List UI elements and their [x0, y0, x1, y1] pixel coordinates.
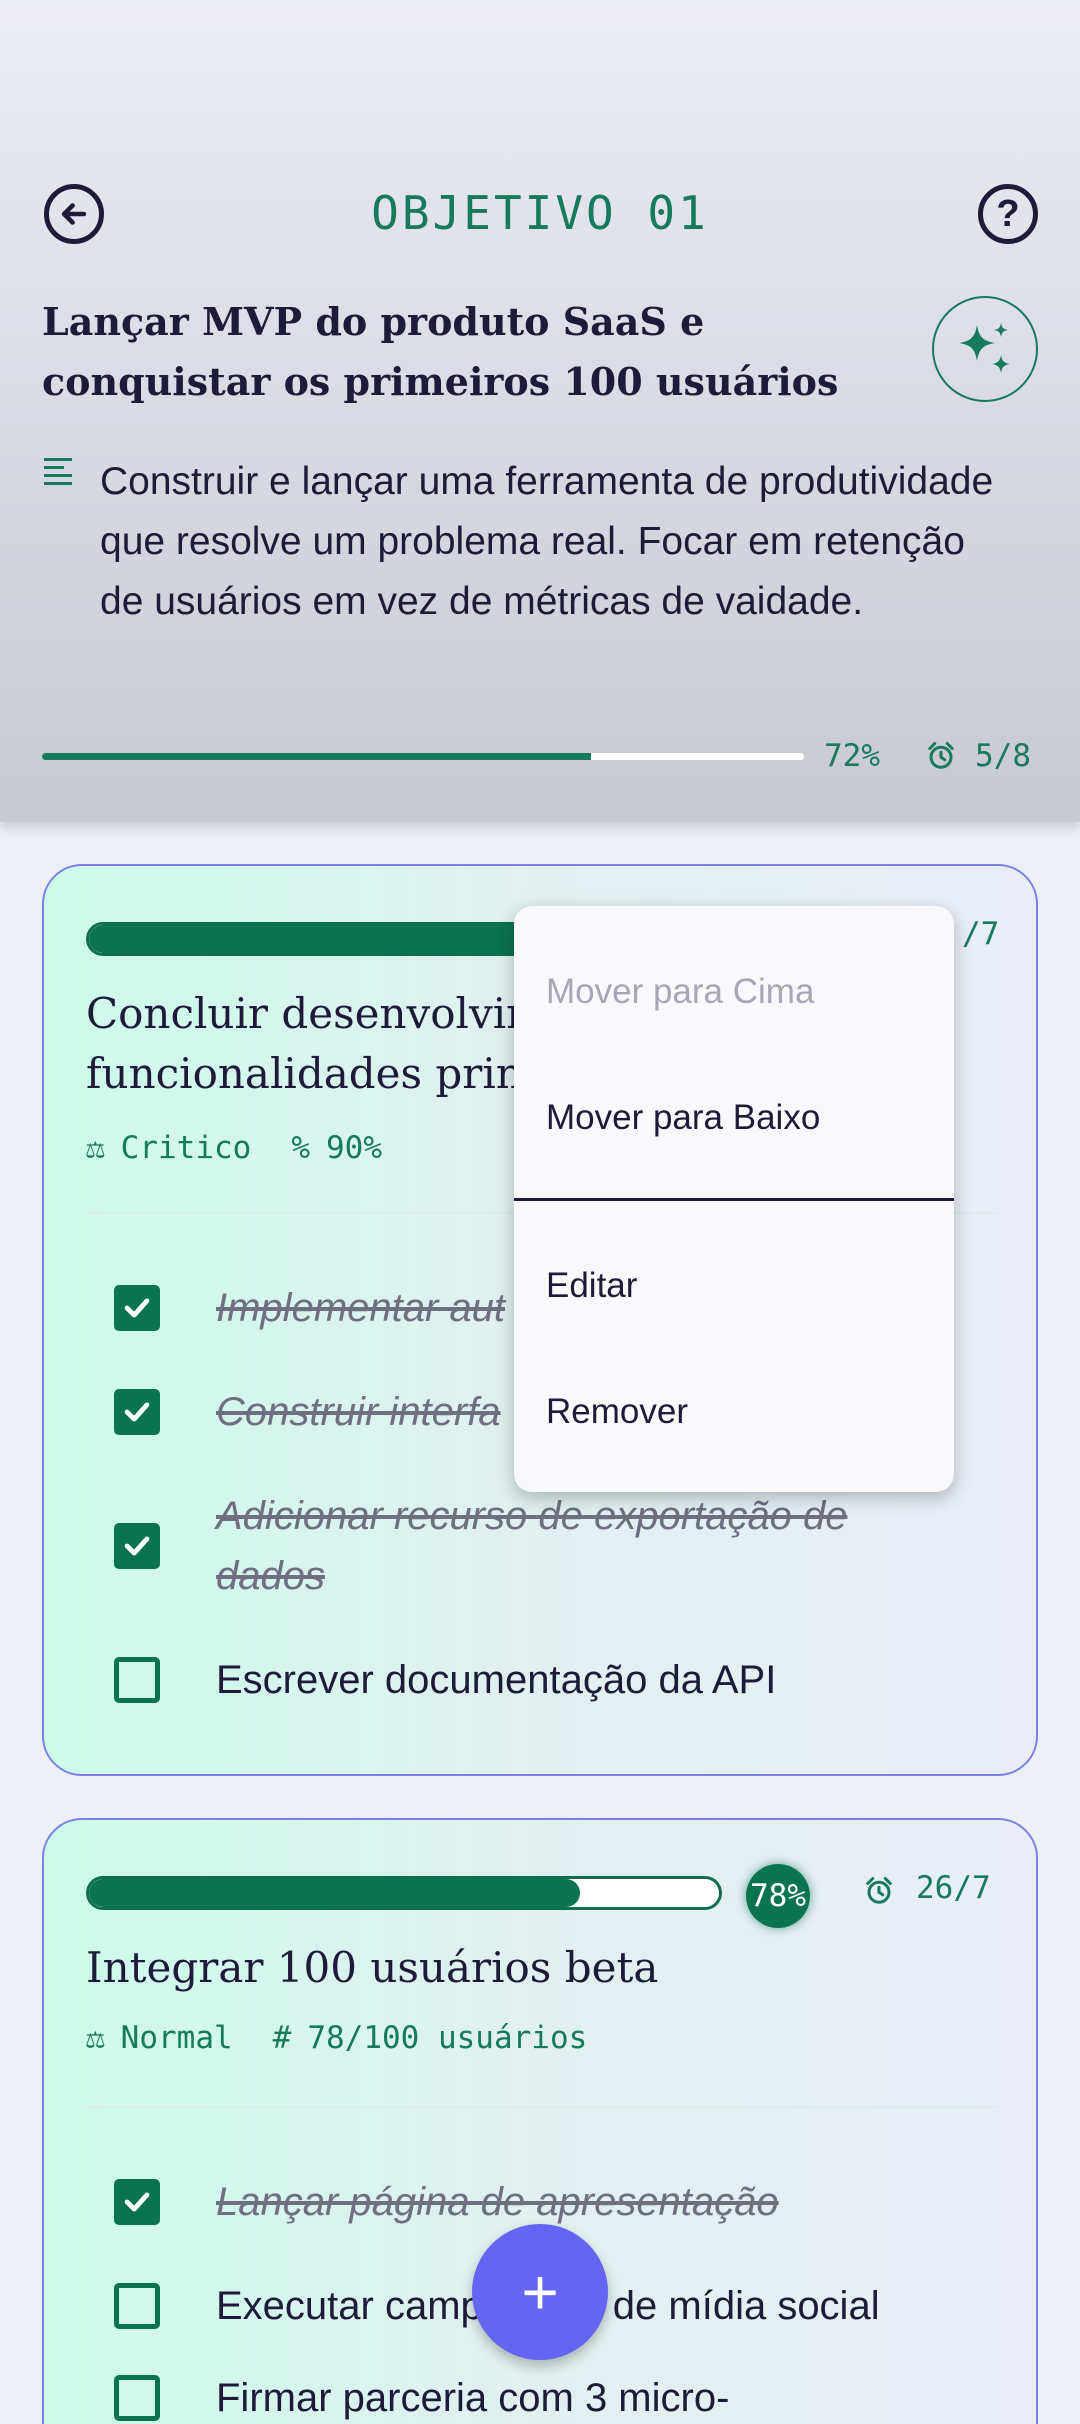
menu-divider: [514, 1198, 954, 1201]
objective-title: Lançar MVP do produto SaaS e conquistar …: [42, 299, 839, 404]
objective-count: 5/8: [975, 738, 1031, 774]
kr-count: /7: [962, 916, 1000, 952]
balance-scale-icon: ⚖: [86, 2020, 105, 2056]
add-button[interactable]: +: [472, 2224, 608, 2360]
context-menu: Mover para Cima Mover para Baixo Editar …: [514, 906, 954, 1492]
task-item[interactable]: Adicionar recurso de exportação de dados: [114, 1486, 994, 1606]
percent-icon: %: [291, 1130, 310, 1166]
objective-label: OBJETIVO 01: [371, 186, 709, 240]
check-icon: [124, 2192, 150, 2212]
menu-item-move-up: Mover para Cima: [546, 972, 815, 1011]
task-checkbox[interactable]: [114, 1285, 160, 1331]
task-text: Firmar parceria com 3 micro-: [216, 2376, 730, 2420]
task-text: Adicionar recurso de exportação de dados: [216, 1494, 848, 1598]
objective-progress-fill: [42, 753, 591, 760]
task-item[interactable]: Lançar página de apresentação: [114, 2172, 994, 2232]
check-icon: [124, 1298, 150, 1318]
task-checkbox[interactable]: [114, 1389, 160, 1435]
balance-scale-icon: ⚖: [86, 1130, 105, 1166]
hash-icon: #: [272, 2020, 292, 2056]
kr-meta: ⚖ Critico % 90%: [86, 1130, 382, 1166]
kr-count: 26/7: [916, 1870, 991, 1906]
task-text: Construir interfa: [216, 1390, 501, 1434]
objective-progress-label: 72%: [824, 738, 880, 774]
kr-priority: Critico: [120, 1130, 252, 1166]
menu-item-move-down[interactable]: Mover para Baixo: [546, 1098, 820, 1138]
kr-meta: ⚖ Normal # 78/100 usuários: [86, 2020, 587, 2056]
kr-progress-bar: [86, 1876, 722, 1910]
ai-assist-button[interactable]: [932, 296, 1038, 402]
plus-icon: +: [521, 2256, 559, 2328]
kr-metric: 90%: [326, 1130, 382, 1166]
alarm-icon: [866, 1877, 892, 1904]
kr-progress-fill: [89, 1879, 581, 1907]
task-text: Lançar página de apresentação: [216, 2180, 779, 2224]
objective-description: Construir e lançar uma ferramenta de pro…: [100, 460, 994, 623]
task-text: Implementar aut: [216, 1286, 506, 1330]
task-checkbox[interactable]: [114, 2375, 160, 2421]
kr-priority: Normal: [120, 2020, 233, 2056]
check-icon: [124, 1536, 150, 1556]
task-checkbox[interactable]: [114, 1523, 160, 1569]
task-checkbox[interactable]: [114, 2283, 160, 2329]
sparkle-icon: [959, 323, 1010, 373]
task-text: Escrever documentação da API: [216, 1658, 777, 1702]
task-checkbox[interactable]: [114, 1657, 160, 1703]
help-button[interactable]: ?: [978, 184, 1038, 244]
help-icon: ?: [996, 193, 1020, 235]
task-checkbox[interactable]: [114, 2179, 160, 2225]
menu-item-edit[interactable]: Editar: [546, 1266, 637, 1306]
kr-metric: 78/100 usuários: [307, 2020, 588, 2056]
menu-item-remove[interactable]: Remover: [546, 1392, 688, 1432]
objective-progress-bar: [42, 753, 804, 760]
description-lines-icon: [44, 458, 72, 485]
kr-title: Integrar 100 usuários beta: [86, 1943, 659, 1992]
objective-header: OBJETIVO 01 ? Lançar MVP do produto SaaS…: [0, 0, 1080, 822]
check-icon: [124, 1402, 150, 1422]
alarm-icon: [928, 742, 954, 769]
task-item[interactable]: Escrever documentação da API: [114, 1650, 994, 1710]
kr-divider: [86, 2106, 996, 2108]
task-item[interactable]: Firmar parceria com 3 micro-: [114, 2368, 994, 2424]
kr-progress-badge: 78%: [746, 1864, 810, 1928]
